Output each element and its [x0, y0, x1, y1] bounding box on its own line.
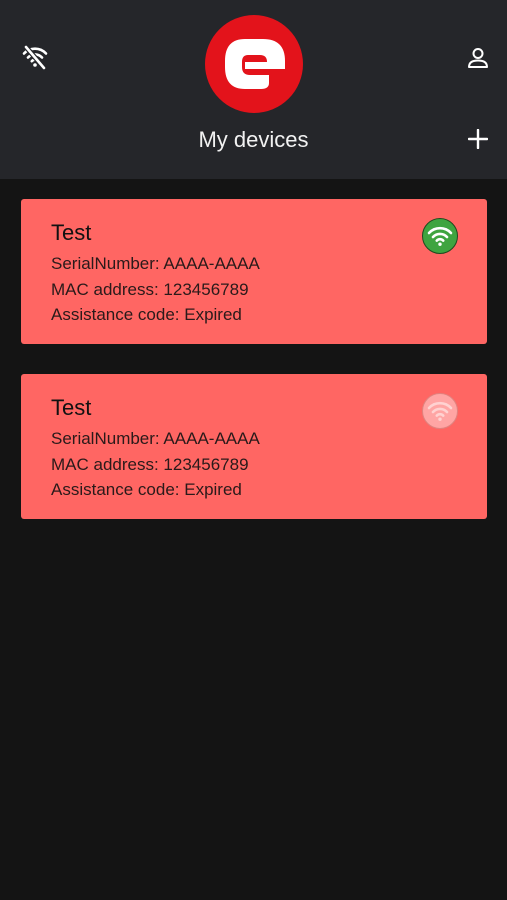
device-card[interactable]: Test SerialNumber: AAAA-AAAA MAC address… [21, 199, 487, 344]
wifi-off-button[interactable] [18, 40, 52, 74]
add-device-button[interactable] [462, 123, 494, 155]
device-name: Test [51, 395, 92, 420]
device-card[interactable]: Test SerialNumber: AAAA-AAAA MAC address… [21, 374, 487, 519]
app-header: My devices [0, 0, 507, 179]
wifi-icon [427, 226, 453, 246]
device-assistance-code: Assistance code: Expired [51, 305, 242, 324]
user-icon [468, 48, 488, 68]
brand-logo [205, 15, 303, 113]
device-serial: SerialNumber: AAAA-AAAA [51, 429, 260, 448]
account-button[interactable] [462, 42, 494, 74]
connection-status-badge [422, 393, 458, 429]
device-name: Test [51, 220, 92, 245]
device-mac: MAC address: 123456789 [51, 279, 249, 299]
device-assistance-code: Assistance code: Expired [51, 480, 242, 499]
connection-status-badge [422, 218, 458, 254]
page-title: My devices [198, 127, 309, 152]
e-logo-icon [225, 39, 285, 89]
plus-icon [468, 129, 488, 149]
device-mac: MAC address: 123456789 [51, 454, 249, 474]
device-serial: SerialNumber: AAAA-AAAA [51, 254, 260, 273]
wifi-icon [427, 401, 453, 421]
device-list: Test SerialNumber: AAAA-AAAA MAC address… [21, 199, 487, 549]
wifi-off-icon [22, 44, 48, 71]
app-screen: My devices Test SerialNumber: AAAA-AAAA … [0, 0, 507, 900]
